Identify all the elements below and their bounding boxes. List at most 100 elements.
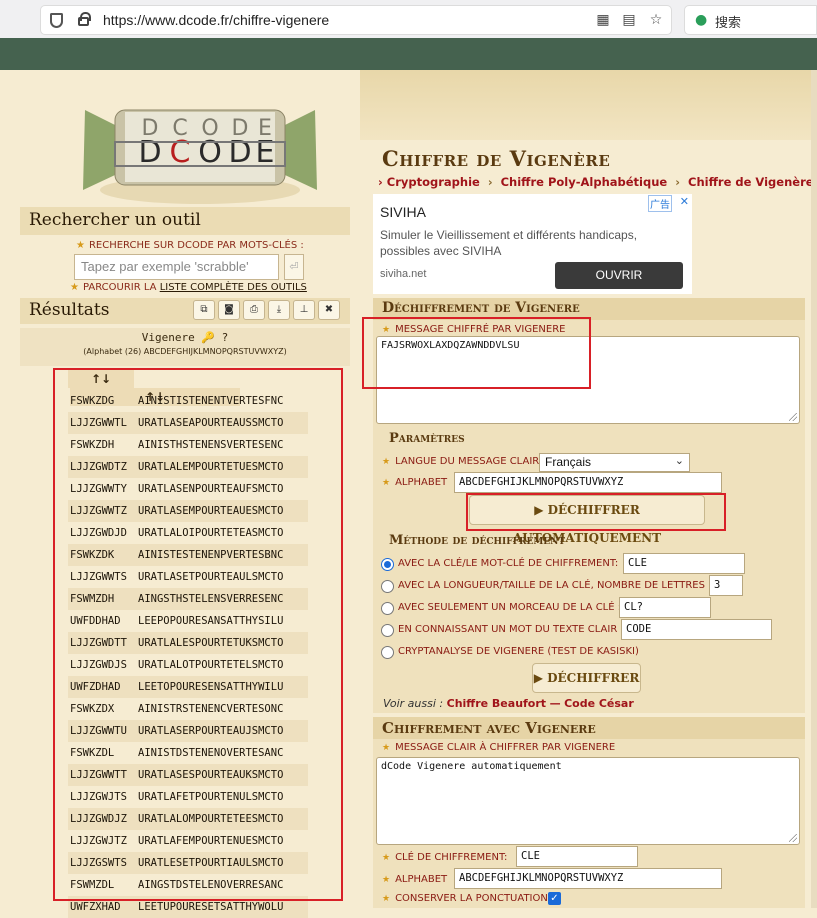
browse-hint: ★ PARCOURIR LA LISTE COMPLÈTE DES OUTILS (70, 282, 307, 293)
method-input-3[interactable]: CODE (621, 619, 772, 640)
alphabet-input[interactable]: ABCDEFGHIJKLMNOPQRSTUVWXYZ (454, 472, 722, 493)
star-icon: ★ (382, 894, 391, 904)
page-title: Chiffre de Vigenère (382, 146, 611, 171)
breadcrumb-separator: › (378, 175, 383, 189)
highlight-box-auto (466, 493, 726, 531)
method-radio-0[interactable] (381, 558, 394, 571)
reader-view-icon[interactable]: ▤ (621, 12, 637, 28)
plain-message-textarea[interactable]: dCode Vigenere automatiquement (376, 757, 800, 845)
search-label: 搜索 (715, 16, 742, 31)
method-radio-4[interactable] (381, 646, 394, 659)
pin-icon[interactable]: ⊥ (293, 300, 315, 320)
method-label-3[interactable]: EN CONNAISSANT UN MOT DU TEXTE CLAIR : (398, 624, 624, 635)
lock-icon[interactable] (78, 12, 91, 26)
language-select[interactable]: Français ⌄ (539, 453, 690, 472)
browser-chrome: https://www.dcode.fr/chiffre-vigenere ▦ … (0, 0, 817, 70)
qr-code-icon[interactable]: ▦ (595, 12, 611, 28)
method-input-2[interactable]: CL? (619, 597, 711, 618)
results-alphabet: (Alphabet (26) ABCDEFGHIJKLMNOPQRSTUVWXY… (83, 347, 287, 356)
key-label-text: CLÉ DE CHIFFREMENT: (395, 852, 508, 863)
breadcrumb-cryptographie[interactable]: Cryptographie (387, 175, 480, 189)
method-title: Méthode de déchiffrement (389, 533, 566, 548)
plain-message-label-text: MESSAGE CLAIR À CHIFFRER PAR VIGENERE (395, 742, 616, 753)
encrypt-panel: Chiffrement avec Vigenere ★ MESSAGE CLAIR… (373, 717, 805, 908)
key-label: ★ CLÉ DE CHIFFREMENT: (382, 852, 507, 863)
method-label-4[interactable]: CRYPTANALYSE DE VIGENERE (TEST DE KASISK… (398, 646, 639, 657)
see-also-label: Voir aussi : (383, 697, 444, 710)
method-radio-3[interactable] (381, 624, 394, 637)
punctuation-label-text: CONSERVER LA PONCTUATION (395, 893, 548, 904)
method-radio-1[interactable] (381, 580, 394, 593)
star-icon: ★ (382, 457, 391, 467)
keyword-search-hint: ★ RECHERCHE SUR DCODE PAR MOTS-CLÉS : (76, 240, 304, 251)
screenshot-icon[interactable]: ◙ (218, 300, 240, 320)
breadcrumb-poly[interactable]: Chiffre Poly-Alphabétique (501, 175, 668, 189)
dcode-logo[interactable]: DCODE DCODE (75, 90, 325, 210)
keyword-hint-text: RECHERCHE SUR DCODE PAR MOTS-CLÉS : (88, 240, 304, 251)
bookmark-star-icon[interactable]: ☆ (648, 12, 664, 28)
svg-text:D: D (228, 135, 251, 170)
highlight-box-results (53, 368, 343, 901)
download-icon[interactable]: ⤓ (268, 300, 290, 320)
breadcrumb-separator: › (487, 175, 493, 189)
close-icon[interactable]: ✕ (680, 195, 689, 208)
address-bar[interactable]: https://www.dcode.fr/chiffre-vigenere ▦ … (40, 5, 672, 35)
params-title: Paramètres (389, 431, 465, 446)
ad-tag[interactable]: 广告 (648, 195, 672, 212)
alphabet-label: ★ ALPHABET (382, 477, 447, 488)
method-radio-2[interactable] (381, 602, 394, 615)
search-engine-icon: ● (695, 12, 708, 28)
chevron-down-icon: ⌄ (674, 455, 684, 467)
star-icon: ★ (382, 743, 391, 753)
print-icon[interactable]: ⎙ (243, 300, 265, 320)
language-label: ★ LANGUE DU MESSAGE CLAIR (382, 456, 539, 467)
svg-text:C: C (170, 135, 191, 170)
url-text[interactable]: https://www.dcode.fr/chiffre-vigenere (103, 12, 329, 28)
search-submit-button[interactable]: ⏎ (284, 254, 304, 280)
method-label-0[interactable]: AVEC LA CLÉ/LE MOT-CLÉ DE CHIFFREMENT: (398, 558, 618, 569)
ad-domain[interactable]: siviha.net (380, 268, 426, 280)
breadcrumb-separator: › (675, 175, 680, 189)
star-icon: ★ (382, 478, 391, 488)
ad-description[interactable]: Simuler le Vieillissement et différents … (380, 227, 680, 259)
tool-list-link[interactable]: LISTE COMPLÈTE DES OUTILS (160, 282, 307, 293)
breadcrumb-vigenere[interactable]: Chiffre de Vigenère (688, 175, 814, 189)
enc-alphabet-label: ★ ALPHABET (382, 874, 447, 885)
method-label-1[interactable]: AVEC LA LONGUEUR/TAILLE DE LA CLÉ, NOMBR… (398, 580, 712, 591)
method-input-1[interactable]: 3 (709, 575, 743, 596)
svg-text:D: D (138, 135, 161, 170)
results-header: Vigenere 🔑 ? (Alphabet (26) ABCDEFGHIJKL… (20, 328, 350, 366)
tool-search-input[interactable]: Tapez par exemple 'scrabble' (74, 254, 279, 280)
key-input[interactable]: CLE (516, 846, 638, 867)
method-input-0[interactable]: CLE (623, 553, 745, 574)
svg-text:E: E (256, 135, 275, 170)
results-method: Vigenere 🔑 ? (141, 331, 229, 344)
punctuation-checkbox[interactable]: ✓ (548, 892, 561, 905)
star-icon: ★ (382, 875, 391, 885)
punctuation-label: ★ CONSERVER LA PONCTUATION (382, 893, 548, 904)
enc-alphabet-label-text: ALPHABET (395, 874, 448, 885)
scrollbar[interactable] (811, 70, 817, 908)
ad-banner[interactable]: 广告 ✕ SIVIHA Simuler le Vieillissement et… (373, 194, 692, 294)
main-content: Chiffre de Vigenère › Cryptographie › Ch… (360, 70, 817, 908)
copy-icon[interactable]: ⧉ (193, 300, 215, 320)
svg-text:O: O (198, 135, 222, 170)
highlight-box-message (362, 317, 591, 389)
see-also: Voir aussi : Chiffre Beaufort — Code Cés… (383, 697, 634, 710)
shield-icon[interactable] (50, 13, 63, 28)
ad-open-button[interactable]: OUVRIR (555, 262, 683, 289)
beaufort-link[interactable]: Chiffre Beaufort (447, 697, 546, 710)
see-also-sep: — (549, 697, 561, 710)
browser-search-box[interactable]: ● 搜索 (684, 5, 817, 35)
method-label-2[interactable]: AVEC SEULEMENT UN MORCEAU DE LA CLÉ : (398, 602, 621, 613)
decrypt-button[interactable]: ▶ DÉCHIFFRER (532, 663, 641, 693)
results-toolbar: ⧉ ◙ ⎙ ⤓ ⊥ ✖ (190, 300, 340, 322)
language-label-text: LANGUE DU MESSAGE CLAIR (395, 456, 540, 467)
cesar-link[interactable]: Code César (564, 697, 634, 710)
alphabet-label-text: ALPHABET (395, 477, 448, 488)
star-icon: ★ (76, 240, 85, 251)
close-icon[interactable]: ✖ (318, 300, 340, 320)
enc-alphabet-input[interactable]: ABCDEFGHIJKLMNOPQRSTUVWXYZ (454, 868, 722, 889)
parchment-header (360, 70, 817, 140)
ad-brand[interactable]: SIVIHA (380, 204, 426, 220)
